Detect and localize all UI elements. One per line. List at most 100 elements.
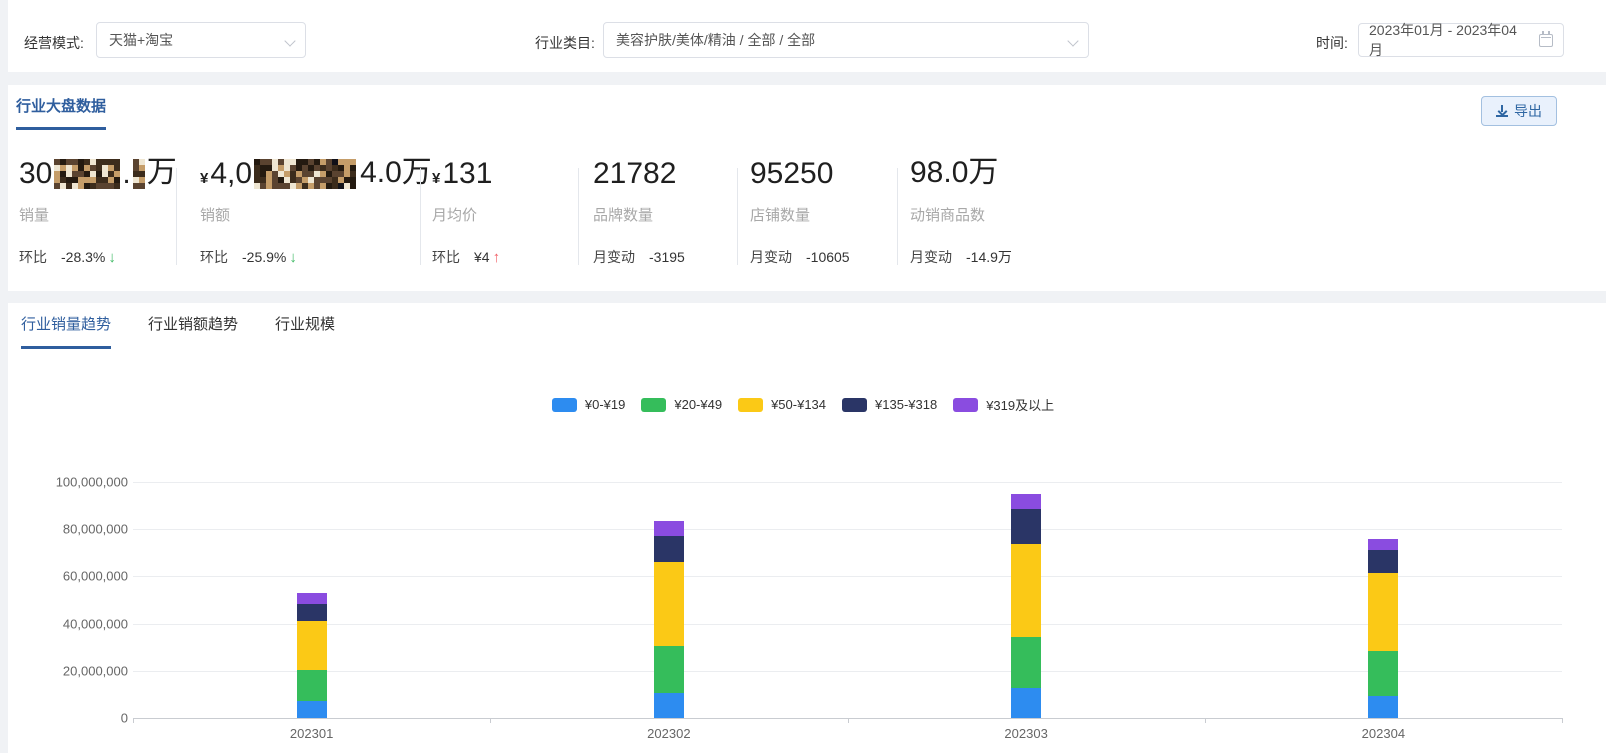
bar-segment[interactable] [1368, 572, 1399, 651]
date-range-value: 2023年01月 - 2023年04月 [1369, 22, 1517, 58]
stat-value-text: 4,0 [210, 157, 253, 190]
bar-segment[interactable] [1011, 543, 1042, 638]
calendar-icon [1539, 30, 1553, 47]
download-icon [1496, 105, 1508, 117]
stat-change-value: -14.9万 [966, 249, 1012, 265]
bar-segment[interactable] [653, 521, 684, 537]
tab-industry-overview[interactable]: 行业大盘数据 [16, 95, 107, 130]
y-axis-label: 60,000,000 [62, 568, 128, 584]
currency-symbol: ¥ [200, 170, 209, 187]
stat-4: 95250 店铺数量月变动 -10605 [750, 155, 850, 267]
mode-select[interactable]: 天猫+淘宝 [96, 22, 306, 58]
bar-segment[interactable] [296, 701, 327, 718]
x-axis-label: 202301 [289, 726, 334, 741]
bar-segment[interactable] [1011, 493, 1042, 510]
date-range-picker[interactable]: 2023年01月 - 2023年04月 [1358, 22, 1564, 58]
stat-change: 环比 -25.9% ↓ [200, 247, 432, 267]
stat-value: 21782 [593, 155, 685, 191]
stat-label: 月均价 [432, 207, 478, 224]
stat-value: ¥4,0 4.0万 [200, 155, 432, 191]
export-button[interactable]: 导出 [1481, 96, 1557, 126]
stat-label: 店铺数量 [750, 207, 811, 224]
stat-change-label: 月变动 [910, 249, 952, 265]
bar-segment[interactable] [1011, 509, 1042, 544]
stat-value: 95250 [750, 155, 850, 191]
stat-2: ¥131 月均价环比 ¥4 ↑ [432, 155, 500, 267]
mode-select-value: 天猫+淘宝 [109, 32, 174, 48]
stat-value-text: . [122, 157, 131, 190]
trend-down-arrow-icon: ↓ [108, 248, 116, 266]
stat-change-value: ¥4 [474, 249, 490, 265]
stat-value-text: 21782 [593, 157, 677, 190]
category-filter-label: 行业类目: [535, 35, 595, 51]
grid-line [133, 623, 1562, 625]
category-select-value: 美容护肤/美体/精油 / 全部 / 全部 [616, 32, 816, 48]
bar-segment[interactable] [296, 620, 327, 671]
bar-segment[interactable] [653, 692, 684, 718]
bar-segment[interactable] [1368, 695, 1399, 718]
bar-segment[interactable] [1011, 688, 1042, 718]
x-axis-tick [1204, 718, 1206, 723]
x-axis-tick [133, 718, 134, 723]
stat-value-text: 131 [442, 157, 493, 190]
stat-value: 98.0万 [910, 155, 1012, 191]
stat-label: 动销商品数 [910, 207, 986, 224]
category-select[interactable]: 美容护肤/美体/精油 / 全部 / 全部 [603, 22, 1089, 58]
bar-segment[interactable] [296, 603, 327, 621]
stat-value-text: 万 [146, 156, 177, 189]
x-axis-tick [1562, 718, 1563, 723]
stat-change: 环比 -28.3% ↓ [19, 247, 177, 267]
censored-mosaic [132, 159, 145, 189]
stat-change-label: 环比 [200, 249, 228, 265]
grid-line [133, 576, 1562, 578]
stat-change: 月变动 -10605 [750, 247, 850, 267]
trend-down-arrow-icon: ↓ [289, 248, 297, 266]
export-button-label: 导出 [1514, 103, 1542, 119]
x-axis-tick [847, 718, 849, 723]
y-axis-label: 40,000,000 [62, 616, 128, 632]
stat-value-text: 30 [19, 157, 53, 190]
grid-line [133, 670, 1562, 672]
stat-label: 销额 [200, 207, 231, 224]
stat-label: 销量 [19, 207, 50, 224]
y-axis-label: 0 [120, 710, 128, 726]
bar-segment[interactable] [1011, 637, 1042, 689]
censored-mosaic [254, 159, 358, 189]
chevron-down-icon [284, 35, 296, 47]
stat-value: ¥131 [432, 155, 500, 191]
currency-symbol: ¥ [432, 170, 441, 187]
x-axis-label: 202302 [647, 726, 691, 741]
stat-divider [737, 168, 738, 265]
bar-segment[interactable] [1368, 650, 1399, 696]
stat-change-value: -10605 [806, 249, 850, 265]
stat-change-value: -3195 [649, 249, 685, 265]
grid-line [133, 482, 1562, 483]
bar-segment[interactable] [653, 646, 684, 693]
stat-change: 月变动 -14.9万 [910, 247, 1012, 267]
grid-line [133, 529, 1562, 531]
trend-up-arrow-icon: ↑ [492, 248, 501, 266]
stat-change: 环比 ¥4 ↑ [432, 247, 500, 267]
bar-segment[interactable] [653, 536, 684, 563]
stat-change-label: 环比 [19, 249, 47, 265]
bar-segment[interactable] [296, 592, 327, 604]
x-axis-label: 202304 [1361, 726, 1406, 741]
stat-0: 30. 万销量环比 -28.3% ↓ [19, 155, 177, 267]
bar-segment[interactable] [1368, 539, 1399, 550]
stat-change-label: 月变动 [593, 249, 635, 265]
bar-segment[interactable] [296, 670, 327, 701]
stat-value-text: 95250 [750, 157, 834, 190]
y-axis-label: 80,000,000 [62, 521, 128, 537]
stat-change: 月变动 -3195 [593, 247, 685, 267]
stat-value-text: 98.0万 [910, 156, 999, 189]
stat-divider [420, 168, 421, 265]
stat-change-value: -25.9% [242, 249, 287, 265]
stat-value-text: 4.0万 [360, 156, 432, 189]
bar-segment[interactable] [1368, 549, 1399, 573]
bar-segment[interactable] [653, 562, 684, 646]
stat-3: 21782 品牌数量 月变动 -3195 [593, 155, 685, 267]
x-axis-label: 202303 [1004, 726, 1048, 741]
y-axis-label: 20,000,000 [62, 663, 128, 679]
stat-change-label: 月变动 [750, 249, 792, 265]
stat-change-value: -28.3% [61, 249, 106, 265]
